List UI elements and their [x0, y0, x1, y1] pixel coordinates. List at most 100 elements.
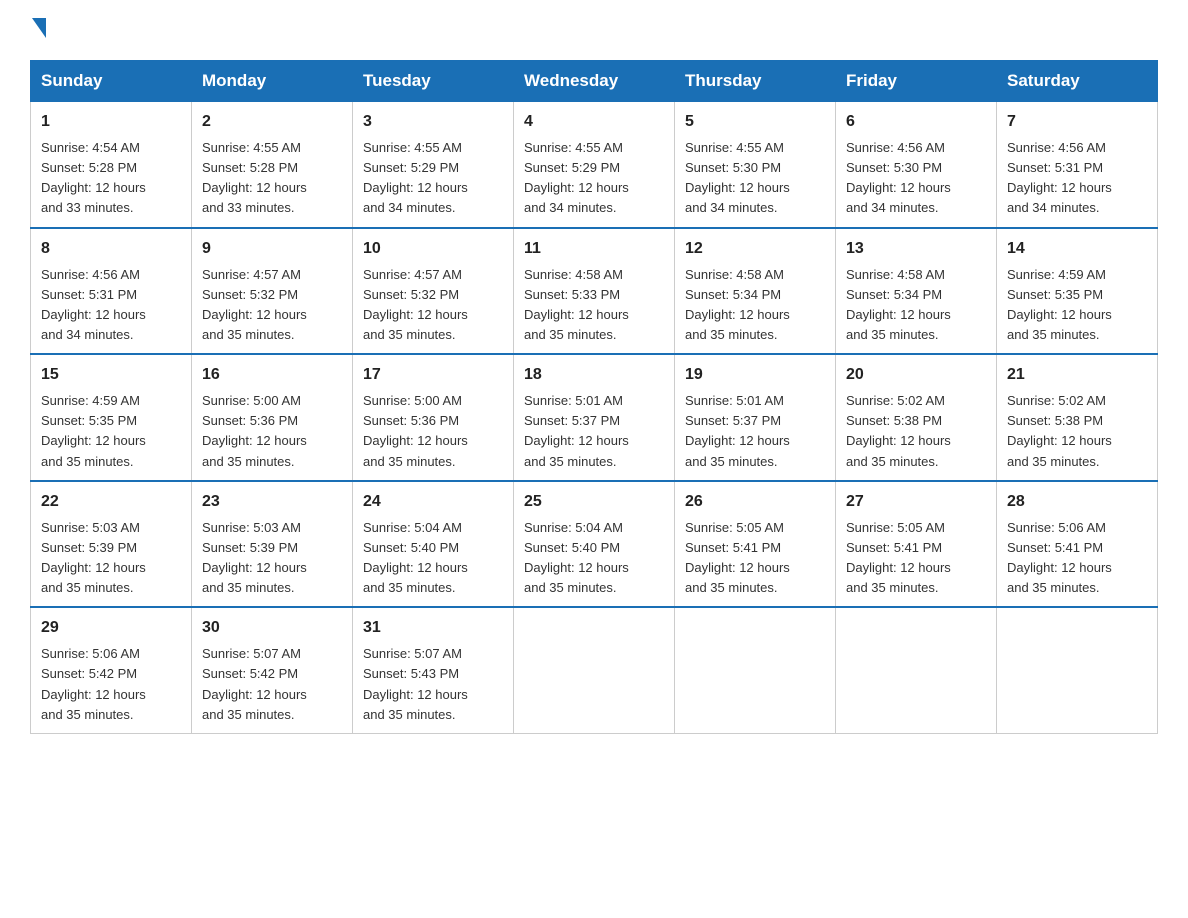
day-info: Sunrise: 5:05 AMSunset: 5:41 PMDaylight:… — [685, 518, 825, 599]
day-number: 29 — [41, 616, 181, 640]
week-row-5: 29 Sunrise: 5:06 AMSunset: 5:42 PMDayligh… — [31, 607, 1158, 733]
day-cell: 9Sunrise: 4:57 AMSunset: 5:32 PMDaylight… — [192, 228, 353, 355]
day-info: Sunrise: 4:57 AMSunset: 5:32 PMDaylight:… — [202, 265, 342, 346]
day-info: Sunrise: 5:04 AMSunset: 5:40 PMDaylight:… — [524, 518, 664, 599]
day-info: Sunrise: 4:56 AMSunset: 5:30 PMDaylight:… — [846, 138, 986, 219]
day-number: 18 — [524, 363, 664, 387]
day-cell: 30Sunrise: 5:07 AMSunset: 5:42 PMDayligh… — [192, 607, 353, 733]
day-header-saturday: Saturday — [997, 61, 1158, 102]
day-cell: 29 Sunrise: 5:06 AMSunset: 5:42 PMDayligh… — [31, 607, 192, 733]
day-cell: 27 Sunrise: 5:05 AMSunset: 5:41 PMDayligh… — [836, 481, 997, 608]
day-number: 2 — [202, 110, 342, 134]
day-number: 4 — [524, 110, 664, 134]
day-number: 1 — [41, 110, 181, 134]
day-number: 20 — [846, 363, 986, 387]
day-number: 22 — [41, 490, 181, 514]
day-info: Sunrise: 5:06 AMSunset: 5:42 PMDaylight:… — [41, 644, 181, 725]
day-number: 24 — [363, 490, 503, 514]
day-info: Sunrise: 4:54 AMSunset: 5:28 PMDaylight:… — [41, 138, 181, 219]
day-info: Sunrise: 4:55 AMSunset: 5:30 PMDaylight:… — [685, 138, 825, 219]
day-cell — [836, 607, 997, 733]
day-cell: 2 Sunrise: 4:55 AMSunset: 5:28 PMDaylight… — [192, 102, 353, 228]
calendar-table: SundayMondayTuesdayWednesdayThursdayFrid… — [30, 60, 1158, 734]
day-cell: 22 Sunrise: 5:03 AMSunset: 5:39 PMDayligh… — [31, 481, 192, 608]
day-info: Sunrise: 4:59 AMSunset: 5:35 PMDaylight:… — [1007, 265, 1147, 346]
header-row: SundayMondayTuesdayWednesdayThursdayFrid… — [31, 61, 1158, 102]
day-info: Sunrise: 4:58 AMSunset: 5:33 PMDaylight:… — [524, 265, 664, 346]
day-number: 25 — [524, 490, 664, 514]
day-info: Sunrise: 5:07 AMSunset: 5:43 PMDaylight:… — [363, 644, 503, 725]
day-cell: 14 Sunrise: 4:59 AMSunset: 5:35 PMDayligh… — [997, 228, 1158, 355]
day-number: 11 — [524, 237, 664, 261]
day-info: Sunrise: 5:00 AMSunset: 5:36 PMDaylight:… — [363, 391, 503, 472]
day-cell: 1 Sunrise: 4:54 AMSunset: 5:28 PMDaylight… — [31, 102, 192, 228]
day-cell: 23 Sunrise: 5:03 AMSunset: 5:39 PMDayligh… — [192, 481, 353, 608]
day-number: 7 — [1007, 110, 1147, 134]
day-info: Sunrise: 4:58 AMSunset: 5:34 PMDaylight:… — [685, 265, 825, 346]
day-cell: 28 Sunrise: 5:06 AMSunset: 5:41 PMDayligh… — [997, 481, 1158, 608]
day-number: 23 — [202, 490, 342, 514]
day-number: 21 — [1007, 363, 1147, 387]
day-cell — [675, 607, 836, 733]
day-number: 28 — [1007, 490, 1147, 514]
day-number: 3 — [363, 110, 503, 134]
day-number: 15 — [41, 363, 181, 387]
day-cell: 4 Sunrise: 4:55 AMSunset: 5:29 PMDaylight… — [514, 102, 675, 228]
day-number: 31 — [363, 616, 503, 640]
day-info: Sunrise: 4:58 AMSunset: 5:34 PMDaylight:… — [846, 265, 986, 346]
day-number: 10 — [363, 237, 503, 261]
day-info: Sunrise: 5:04 AMSunset: 5:40 PMDaylight:… — [363, 518, 503, 599]
day-info: Sunrise: 5:02 AMSunset: 5:38 PMDaylight:… — [846, 391, 986, 472]
day-info: Sunrise: 5:01 AMSunset: 5:37 PMDaylight:… — [685, 391, 825, 472]
day-cell — [997, 607, 1158, 733]
day-cell: 25 Sunrise: 5:04 AMSunset: 5:40 PMDayligh… — [514, 481, 675, 608]
day-info: Sunrise: 4:55 AMSunset: 5:29 PMDaylight:… — [524, 138, 664, 219]
day-cell: 24 Sunrise: 5:04 AMSunset: 5:40 PMDayligh… — [353, 481, 514, 608]
logo — [30, 20, 46, 40]
day-cell: 10 Sunrise: 4:57 AMSunset: 5:32 PMDayligh… — [353, 228, 514, 355]
day-header-friday: Friday — [836, 61, 997, 102]
day-number: 5 — [685, 110, 825, 134]
day-header-wednesday: Wednesday — [514, 61, 675, 102]
page-header — [30, 20, 1158, 40]
day-info: Sunrise: 4:57 AMSunset: 5:32 PMDaylight:… — [363, 265, 503, 346]
day-cell: 12 Sunrise: 4:58 AMSunset: 5:34 PMDayligh… — [675, 228, 836, 355]
day-cell: 11 Sunrise: 4:58 AMSunset: 5:33 PMDayligh… — [514, 228, 675, 355]
week-row-3: 15 Sunrise: 4:59 AMSunset: 5:35 PMDayligh… — [31, 354, 1158, 481]
day-info: Sunrise: 5:01 AMSunset: 5:37 PMDaylight:… — [524, 391, 664, 472]
day-cell: 18 Sunrise: 5:01 AMSunset: 5:37 PMDayligh… — [514, 354, 675, 481]
day-info: Sunrise: 5:03 AMSunset: 5:39 PMDaylight:… — [202, 518, 342, 599]
day-info: Sunrise: 4:55 AMSunset: 5:28 PMDaylight:… — [202, 138, 342, 219]
week-row-2: 8 Sunrise: 4:56 AMSunset: 5:31 PMDaylight… — [31, 228, 1158, 355]
day-cell: 20 Sunrise: 5:02 AMSunset: 5:38 PMDayligh… — [836, 354, 997, 481]
day-info: Sunrise: 5:03 AMSunset: 5:39 PMDaylight:… — [41, 518, 181, 599]
day-cell: 5 Sunrise: 4:55 AMSunset: 5:30 PMDaylight… — [675, 102, 836, 228]
day-info: Sunrise: 5:02 AMSunset: 5:38 PMDaylight:… — [1007, 391, 1147, 472]
day-info: Sunrise: 5:05 AMSunset: 5:41 PMDaylight:… — [846, 518, 986, 599]
day-cell — [514, 607, 675, 733]
day-info: Sunrise: 4:56 AMSunset: 5:31 PMDaylight:… — [41, 265, 181, 346]
day-info: Sunrise: 4:59 AMSunset: 5:35 PMDaylight:… — [41, 391, 181, 472]
day-info: Sunrise: 4:56 AMSunset: 5:31 PMDaylight:… — [1007, 138, 1147, 219]
day-info: Sunrise: 5:00 AMSunset: 5:36 PMDaylight:… — [202, 391, 342, 472]
day-number: 19 — [685, 363, 825, 387]
day-cell: 8 Sunrise: 4:56 AMSunset: 5:31 PMDaylight… — [31, 228, 192, 355]
day-number: 14 — [1007, 237, 1147, 261]
day-cell: 21 Sunrise: 5:02 AMSunset: 5:38 PMDayligh… — [997, 354, 1158, 481]
day-number: 17 — [363, 363, 503, 387]
day-header-tuesday: Tuesday — [353, 61, 514, 102]
day-cell: 17 Sunrise: 5:00 AMSunset: 5:36 PMDayligh… — [353, 354, 514, 481]
week-row-4: 22 Sunrise: 5:03 AMSunset: 5:39 PMDayligh… — [31, 481, 1158, 608]
day-number: 27 — [846, 490, 986, 514]
logo-arrow-icon — [32, 18, 46, 38]
day-header-thursday: Thursday — [675, 61, 836, 102]
day-cell: 3Sunrise: 4:55 AMSunset: 5:29 PMDaylight… — [353, 102, 514, 228]
day-number: 12 — [685, 237, 825, 261]
day-info: Sunrise: 5:06 AMSunset: 5:41 PMDaylight:… — [1007, 518, 1147, 599]
day-number: 6 — [846, 110, 986, 134]
day-number: 8 — [41, 237, 181, 261]
day-cell: 7 Sunrise: 4:56 AMSunset: 5:31 PMDaylight… — [997, 102, 1158, 228]
day-cell: 26Sunrise: 5:05 AMSunset: 5:41 PMDayligh… — [675, 481, 836, 608]
day-info: Sunrise: 5:07 AMSunset: 5:42 PMDaylight:… — [202, 644, 342, 725]
day-cell: 13Sunrise: 4:58 AMSunset: 5:34 PMDayligh… — [836, 228, 997, 355]
